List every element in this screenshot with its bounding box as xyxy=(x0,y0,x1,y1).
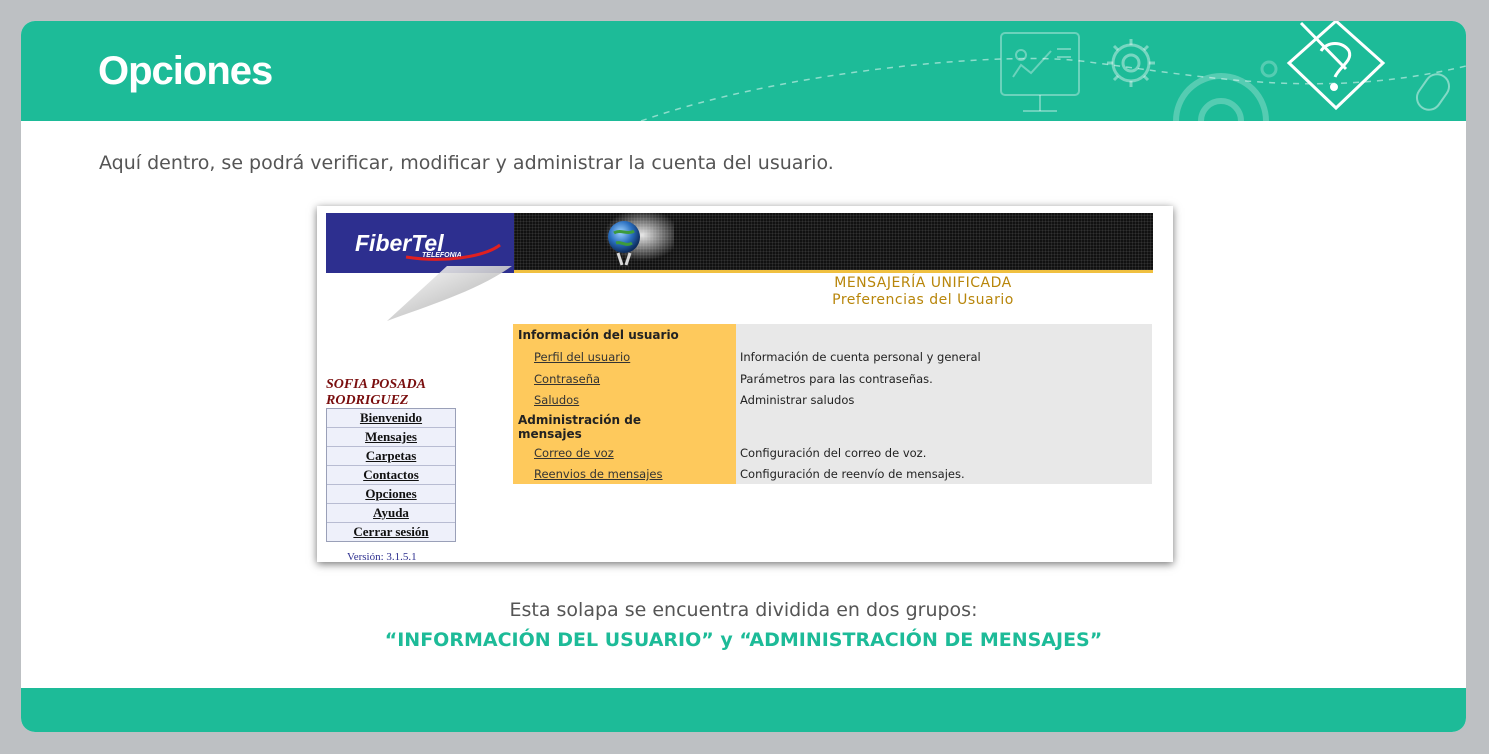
banner-gold-line xyxy=(514,270,1153,273)
banner-band xyxy=(514,213,1153,270)
app-banner: FiberTel TELEFONIA xyxy=(326,213,1153,273)
version-label: Versión: 3.1.5.1 xyxy=(347,551,417,562)
link-correo-de-voz[interactable]: Correo de voz xyxy=(534,446,614,460)
gear-icon xyxy=(1107,39,1155,87)
user-name: SOFIA POSADA RODRIGUEZ xyxy=(326,377,426,409)
side-menu: Bienvenido Mensajes Carpetas Contactos O… xyxy=(326,408,456,542)
banner-swoosh xyxy=(387,266,512,321)
user-name-line2: RODRIGUEZ xyxy=(326,393,409,408)
menu-item-carpetas[interactable]: Carpetas xyxy=(327,447,455,466)
menu-item-bienvenido[interactable]: Bienvenido xyxy=(327,409,455,428)
slide: Opciones Aquí dentro, se podrá verificar… xyxy=(21,21,1466,732)
desc-perfil-usuario: Información de cuenta personal y general xyxy=(740,350,981,364)
app-title: MENSAJERÍA UNIFICADA Preferencias del Us… xyxy=(713,275,1133,309)
link-saludos[interactable]: Saludos xyxy=(534,393,579,407)
menu-item-cerrar-sesion[interactable]: Cerrar sesión xyxy=(327,523,455,541)
desc-contrasena: Parámetros para las contraseñas. xyxy=(740,372,933,386)
desc-correo-de-voz: Configuración del correo de voz. xyxy=(740,446,927,460)
group-title-messages: Administración de mensajes xyxy=(518,413,641,441)
presentation-board-icon xyxy=(1000,32,1080,112)
slide-footer xyxy=(21,688,1466,732)
page-title: Opciones xyxy=(98,49,273,93)
menu-item-contactos[interactable]: Contactos xyxy=(327,466,455,485)
caption-line2: “INFORMACIÓN DEL USUARIO” y “ADMINISTRAC… xyxy=(384,629,1103,651)
app-screenshot: FiberTel TELEFONIA MENSAJERÍA UNIFICADA … xyxy=(317,206,1173,562)
app-title-line2: Preferencias del Usuario xyxy=(832,292,1014,308)
desc-saludos: Administrar saludos xyxy=(740,393,855,407)
link-perfil-usuario[interactable]: Perfil del usuario xyxy=(534,350,630,364)
logo-swoosh-icon xyxy=(405,243,501,261)
options-panel: Información del usuario Perfil del usuar… xyxy=(513,324,1152,484)
group-title-messages-line1: Administración de xyxy=(518,413,641,427)
pencil-puzzle-icon xyxy=(1286,21,1386,111)
user-name-line1: SOFIA POSADA xyxy=(326,377,426,392)
link-contrasena[interactable]: Contraseña xyxy=(534,372,600,386)
group-title-messages-line2: mensajes xyxy=(518,427,582,441)
fibertel-logo: FiberTel TELEFONIA xyxy=(326,213,514,273)
desc-reenvios-mensajes: Configuración de reenvío de mensajes. xyxy=(740,467,965,481)
settings-cog-icon xyxy=(1173,60,1278,121)
globe-icon xyxy=(604,213,674,266)
caption-line1: Esta solapa se encuentra dividida en dos… xyxy=(509,599,978,621)
link-reenvios-mensajes[interactable]: Reenvios de mensajes xyxy=(534,467,663,481)
slide-header: Opciones xyxy=(21,21,1466,121)
app-title-line1: MENSAJERÍA UNIFICADA xyxy=(834,275,1012,291)
menu-item-opciones[interactable]: Opciones xyxy=(327,485,455,504)
group-title-user-info: Información del usuario xyxy=(518,328,679,342)
intro-text: Aquí dentro, se podrá verificar, modific… xyxy=(99,152,834,174)
menu-item-ayuda[interactable]: Ayuda xyxy=(327,504,455,523)
menu-item-mensajes[interactable]: Mensajes xyxy=(327,428,455,447)
